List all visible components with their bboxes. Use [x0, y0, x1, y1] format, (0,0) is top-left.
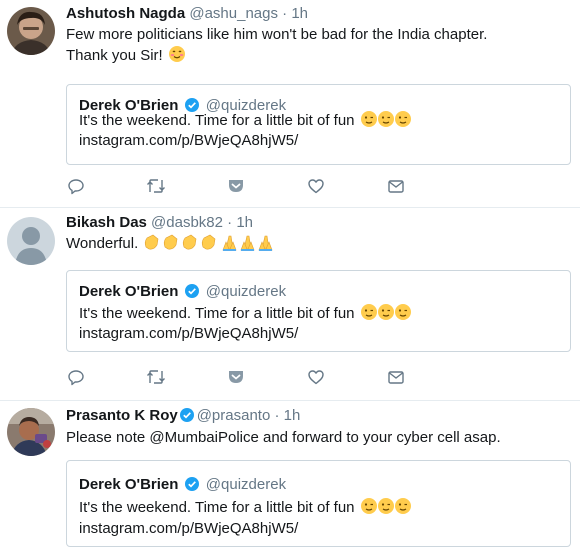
tweet: Bikash Das @dasbk82 · 1h Wonderful. Dere…	[0, 208, 580, 400]
tweet-text-line: Wonderful.	[66, 235, 139, 252]
separator: ·	[274, 407, 280, 424]
quoted-tweet-header: Derek O'Brien @quizderek	[79, 475, 286, 495]
separator: ·	[282, 5, 288, 22]
tweet-header: Bikash Das @dasbk82 · 1h	[66, 213, 253, 233]
avatar[interactable]	[7, 217, 55, 265]
quoted-tweet[interactable]: Derek O'Brien @quizderek It's the weeken…	[66, 460, 571, 547]
quoted-author-name: Derek O'Brien	[79, 283, 179, 300]
quoted-link[interactable]: instagram.com/p/BWjeQA8hjW5/	[79, 324, 298, 344]
author-name[interactable]: Ashutosh Nagda	[66, 5, 185, 22]
reply-icon[interactable]	[66, 367, 86, 387]
winking-face-emoji	[360, 497, 412, 521]
quoted-author-name: Derek O'Brien	[79, 476, 179, 493]
verified-badge-icon	[184, 284, 199, 298]
quoted-text: It's the weekend. Time for a little bit …	[79, 112, 355, 129]
avatar[interactable]	[7, 408, 55, 456]
avatar[interactable]	[7, 7, 55, 55]
like-icon[interactable]	[306, 176, 326, 196]
author-handle[interactable]: @ashu_nags	[189, 5, 278, 22]
quoted-text-line: It's the weekend. Time for a little bit …	[79, 497, 412, 521]
retweet-icon[interactable]	[146, 367, 166, 387]
quoted-author-handle: @quizderek	[205, 283, 287, 300]
tweet-text-line: Please note @MumbaiPolice and forward to…	[66, 429, 501, 446]
direct-message-icon[interactable]	[386, 367, 406, 387]
tweet-text-line: Few more politicians like him won't be b…	[66, 26, 488, 43]
separator: ·	[227, 214, 233, 231]
like-icon[interactable]	[306, 367, 326, 387]
quoted-tweet[interactable]: Derek O'Brien @quizderek It's the weeken…	[66, 84, 571, 165]
tweet-text-line: Thank you Sir!	[66, 47, 163, 64]
tweet-text: Wonderful.	[66, 233, 275, 257]
tweet: Prasanto K Roy @prasanto · 1h Please note…	[0, 401, 580, 559]
tweet-text: Few more politicians like him won't be b…	[66, 25, 487, 69]
verified-badge-icon	[184, 477, 199, 491]
timestamp[interactable]: 1h	[284, 407, 301, 424]
author-name[interactable]: Prasanto K Roy	[66, 407, 178, 424]
quoted-text: It's the weekend. Time for a little bit …	[79, 499, 355, 516]
quoted-link[interactable]: instagram.com/p/BWjeQA8hjW5/	[79, 131, 298, 151]
quoted-link[interactable]: instagram.com/p/BWjeQA8hjW5/	[79, 519, 298, 539]
smiling-blush-emoji	[168, 45, 186, 69]
pocket-icon[interactable]	[226, 367, 246, 387]
clapping-hands-and-folded-hands-emoji	[143, 233, 275, 257]
timestamp[interactable]: 1h	[236, 214, 253, 231]
direct-message-icon[interactable]	[386, 176, 406, 196]
quoted-author-handle: @quizderek	[205, 476, 287, 493]
tweet-header: Prasanto K Roy @prasanto · 1h	[66, 406, 300, 426]
verified-badge-icon	[179, 408, 194, 422]
tweet-actions	[0, 367, 580, 387]
tweet: Ashutosh Nagda @ashu_nags · 1h Few more …	[0, 0, 580, 207]
tweet-header: Ashutosh Nagda @ashu_nags · 1h	[66, 4, 308, 24]
timestamp[interactable]: 1h	[291, 5, 308, 22]
quoted-tweet[interactable]: Derek O'Brien @quizderek It's the weeken…	[66, 270, 571, 352]
author-handle[interactable]: @prasanto	[197, 407, 271, 424]
author-handle[interactable]: @dasbk82	[151, 214, 223, 231]
author-name[interactable]: Bikash Das	[66, 214, 147, 231]
reply-icon[interactable]	[66, 176, 86, 196]
winking-face-emoji	[360, 110, 412, 134]
winking-face-emoji	[360, 303, 412, 327]
quoted-text: It's the weekend. Time for a little bit …	[79, 305, 355, 322]
quoted-tweet-header: Derek O'Brien @quizderek	[79, 282, 286, 302]
tweet-text-line-with-emoji: Thank you Sir!	[66, 45, 487, 69]
retweet-icon[interactable]	[146, 176, 166, 196]
pocket-icon[interactable]	[226, 176, 246, 196]
tweet-actions	[0, 176, 580, 196]
tweet-text: Please note @MumbaiPolice and forward to…	[66, 428, 501, 448]
